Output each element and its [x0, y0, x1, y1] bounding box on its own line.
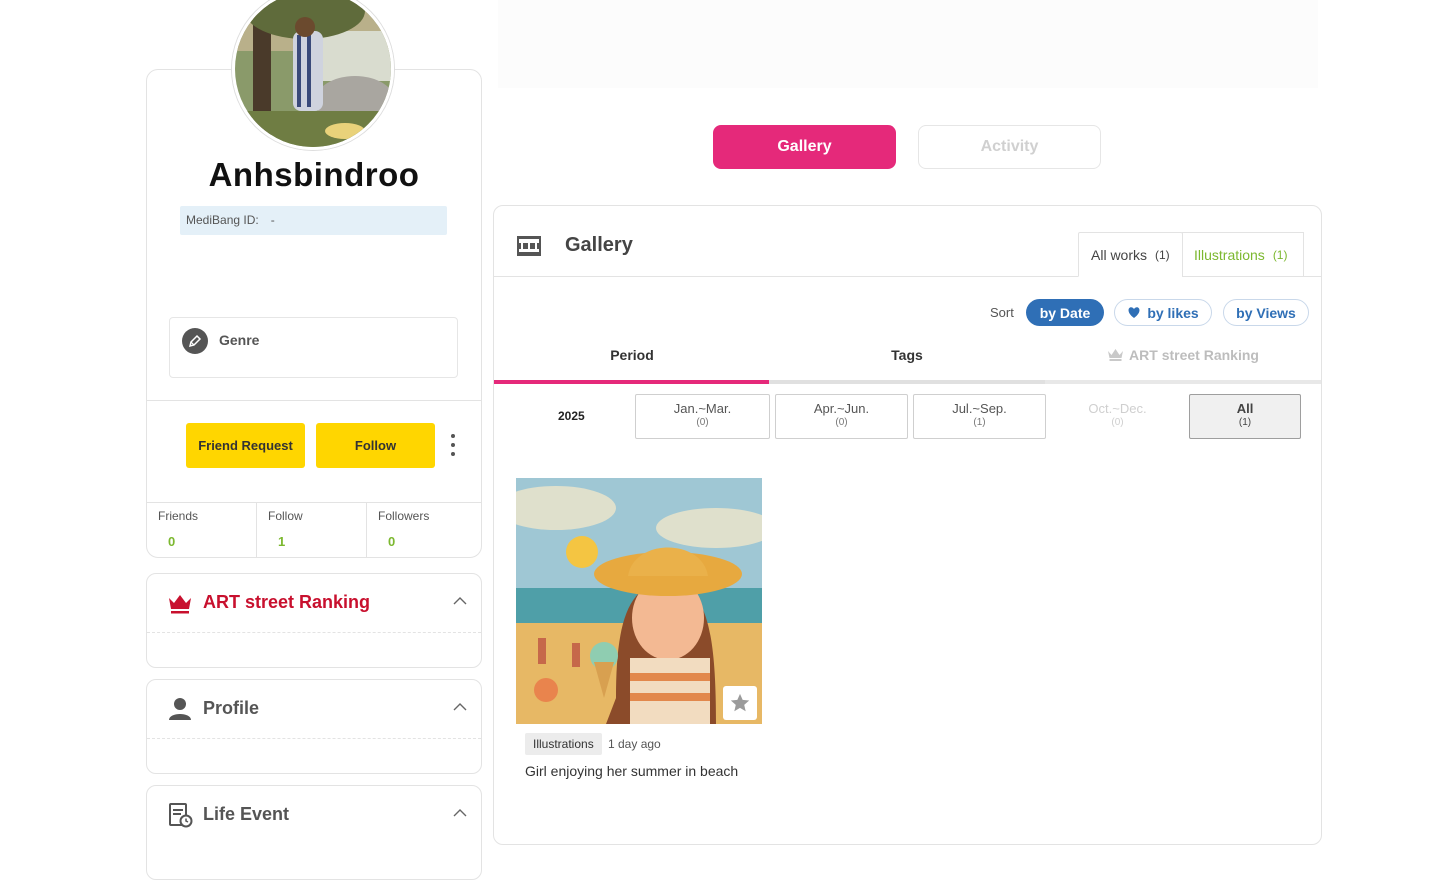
ranking-section-title: ART street Ranking — [203, 592, 371, 612]
quarter-count: (0) — [1111, 417, 1124, 428]
profile-section-header[interactable]: Profile — [147, 680, 481, 738]
stat-friends[interactable]: Friends 0 — [146, 503, 256, 557]
tab-count: (1) — [1155, 247, 1170, 262]
stat-value: 1 — [278, 534, 286, 549]
life-event-section-title: Life Event — [203, 804, 290, 824]
sort-by-date-button[interactable]: by Date — [1026, 299, 1104, 326]
tab-indicator — [769, 380, 1045, 384]
sort-by-likes-label: by likes — [1147, 304, 1199, 321]
quarter-apr-jun-button[interactable]: Apr.~Jun. (0) — [775, 394, 908, 439]
genre-box: Genre — [169, 317, 458, 378]
stat-label: Followers — [378, 509, 430, 523]
tab-count: (1) — [1272, 247, 1288, 262]
work-timestamp: 1 day ago — [608, 737, 661, 751]
life-event-section-header[interactable]: Life Event — [147, 786, 481, 844]
tab-tags-label: Tags — [891, 347, 923, 363]
medibang-id: MediBang ID: - — [180, 206, 447, 235]
top-banner — [498, 0, 1318, 88]
stat-value: 0 — [168, 534, 176, 549]
sort-label: Sort — [990, 305, 1014, 320]
pencil-icon — [182, 328, 208, 354]
tab-indicator — [1045, 380, 1321, 384]
star-icon — [730, 693, 750, 712]
quarter-count: (1) — [973, 417, 986, 428]
life-event-section: Life Event — [146, 785, 482, 880]
friend-request-button[interactable]: Friend Request — [186, 423, 305, 468]
quarter-jul-sep-button[interactable]: Jul.~Sep. (1) — [913, 394, 1046, 439]
favorite-button[interactable] — [723, 686, 757, 720]
profile-section-title: Profile — [203, 698, 260, 718]
sort-by-likes-button[interactable]: by likes — [1114, 299, 1212, 326]
year-label: 2025 — [558, 409, 585, 423]
medibang-id-value: - — [270, 213, 275, 227]
crown-icon — [169, 595, 191, 614]
ranking-section: ART street Ranking — [146, 573, 482, 668]
quarter-label: Jan.~Mar. — [673, 401, 732, 416]
quarter-count: (0) — [835, 417, 848, 428]
tab-label: Illustrations — [1194, 246, 1265, 263]
tab-period-label: Period — [610, 347, 654, 363]
tab-label: All works — [1091, 246, 1148, 263]
tab-art-street-ranking[interactable]: ART street Ranking — [1045, 340, 1321, 384]
tab-gallery[interactable]: Gallery — [713, 125, 896, 169]
work-title[interactable]: Girl enjoying her summer in beach — [525, 763, 738, 779]
work-category-tag[interactable]: Illustrations — [525, 733, 602, 755]
quarter-oct-dec-button: Oct.~Dec. (0) — [1051, 394, 1184, 439]
stat-followers[interactable]: Followers 0 — [366, 503, 476, 557]
chevron-up-icon[interactable] — [453, 594, 467, 608]
quarter-label: Oct.~Dec. — [1088, 401, 1147, 416]
quarter-count: (0) — [696, 417, 709, 428]
user-icon — [169, 698, 191, 720]
tab-illustrations[interactable]: Illustrations (1) — [1182, 232, 1304, 277]
sort-by-views-button[interactable]: by Views — [1223, 299, 1309, 326]
divider — [147, 400, 481, 401]
quarter-jan-mar-button[interactable]: Jan.~Mar. (0) — [635, 394, 770, 439]
chevron-up-icon[interactable] — [453, 700, 467, 714]
quarter-label: All — [1236, 401, 1254, 416]
heart-icon — [1128, 307, 1140, 318]
chevron-up-icon[interactable] — [453, 806, 467, 820]
quarter-all-button[interactable]: All (1) — [1189, 394, 1301, 439]
follow-button[interactable]: Follow — [316, 423, 435, 468]
quarter-label: Apr.~Jun. — [813, 401, 870, 416]
stat-label: Friends — [158, 509, 199, 523]
divider — [147, 738, 481, 739]
crown-icon — [1108, 349, 1124, 361]
tab-ranking-label: ART street Ranking — [1129, 347, 1259, 363]
more-options-icon[interactable] — [447, 434, 459, 456]
gallery-title: Gallery — [565, 234, 633, 256]
username: Anhsbindroo — [208, 156, 420, 193]
gallery-icon — [517, 236, 541, 256]
quarter-label: Jul.~Sep. — [952, 401, 1007, 416]
tab-period[interactable]: Period — [494, 340, 770, 384]
stat-follow[interactable]: Follow 1 — [256, 503, 366, 557]
medibang-id-label: MediBang ID: — [186, 213, 259, 227]
stat-label: Follow — [268, 509, 303, 523]
ranking-section-header[interactable]: ART street Ranking — [147, 574, 481, 632]
tab-tags[interactable]: Tags — [769, 340, 1045, 384]
genre-label: Genre — [219, 332, 260, 348]
document-clock-icon — [169, 803, 193, 828]
profile-section: Profile — [146, 679, 482, 774]
stat-value: 0 — [388, 534, 396, 549]
tab-indicator — [494, 380, 770, 384]
quarter-count: (1) — [1238, 417, 1252, 428]
divider — [147, 632, 481, 633]
tab-activity[interactable]: Activity — [918, 125, 1101, 169]
tab-all-works[interactable]: All works (1) — [1078, 232, 1183, 277]
